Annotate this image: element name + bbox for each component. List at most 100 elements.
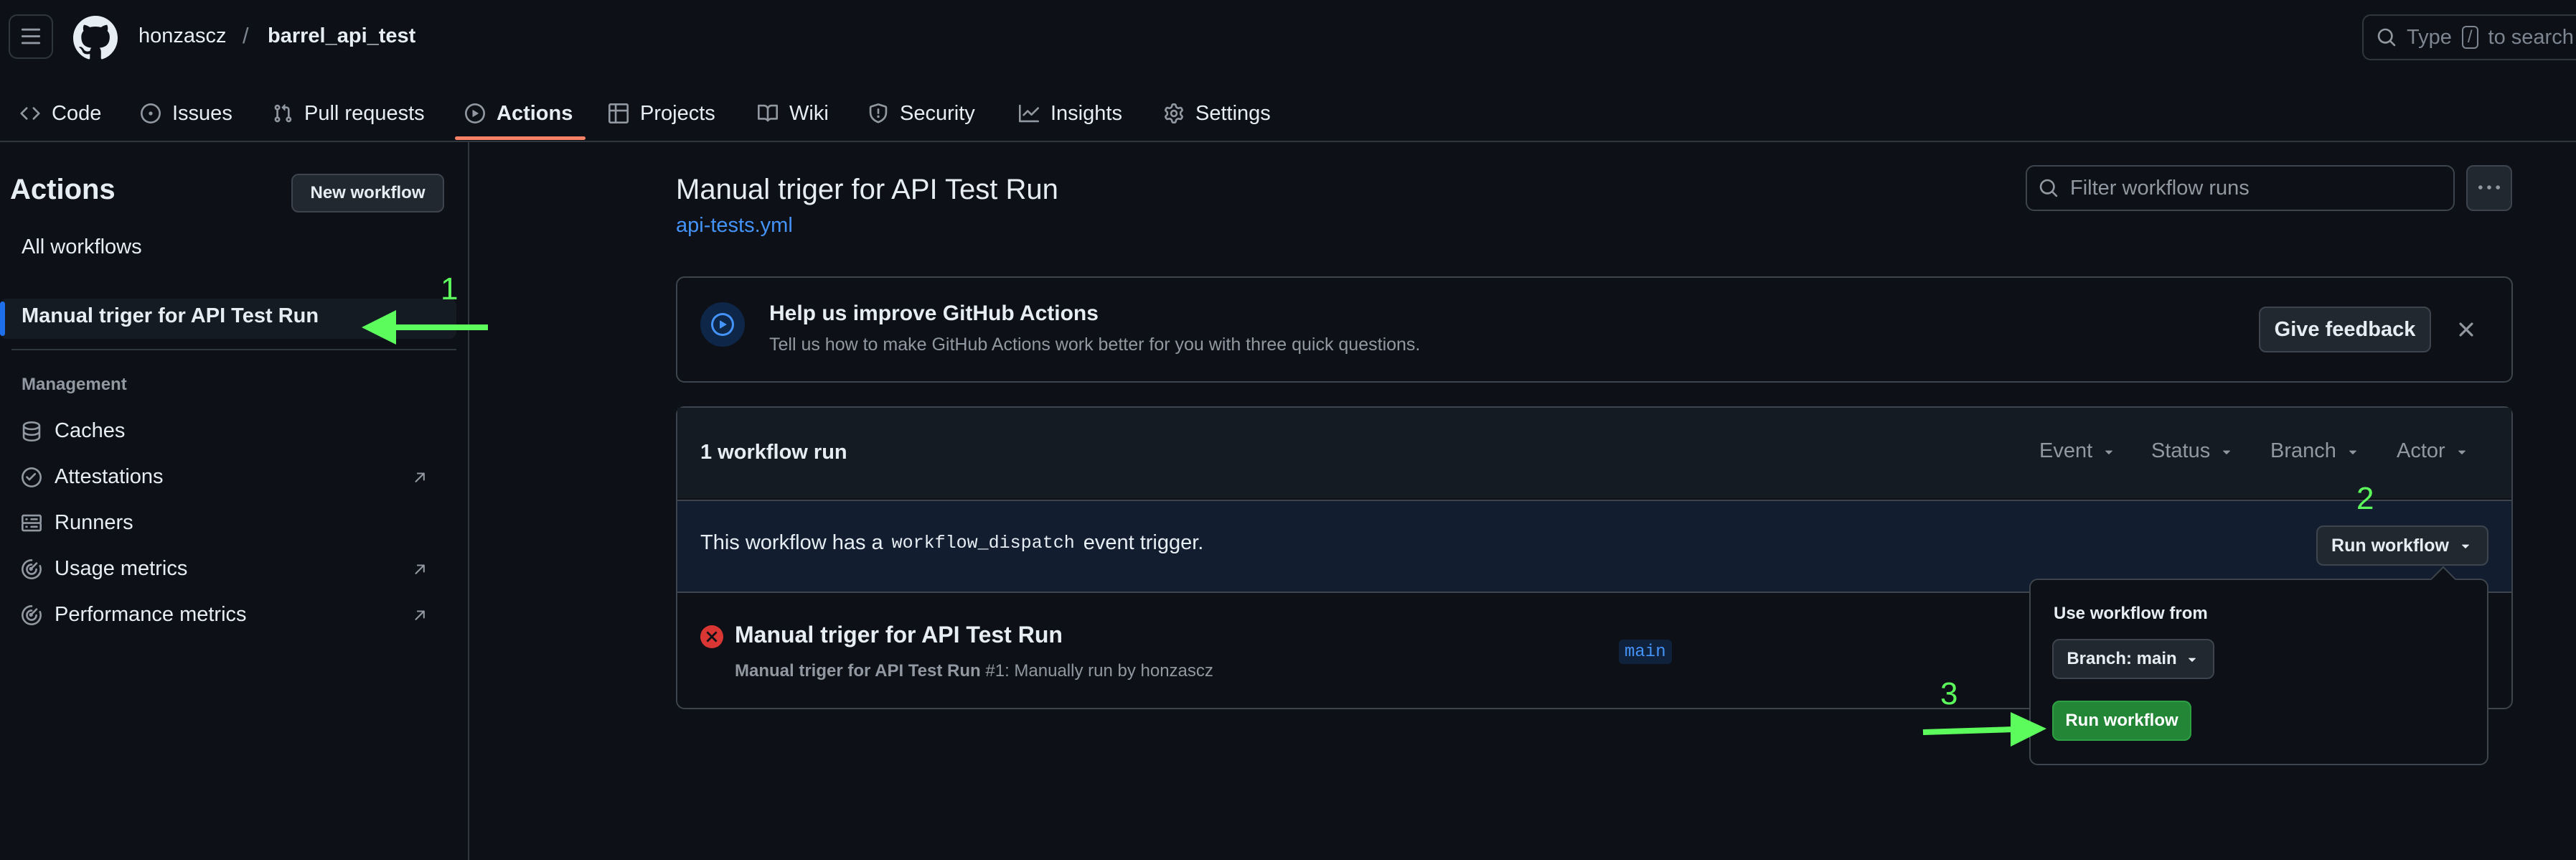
triangle-down-icon bbox=[2188, 658, 2196, 662]
actor-filter-label: Actor bbox=[2397, 439, 2445, 462]
dispatch-suffix: event trigger. bbox=[1083, 531, 1204, 554]
search-suffix: to search bbox=[2488, 25, 2574, 49]
sidebar-item-performance-metrics[interactable]: Performance metrics bbox=[22, 603, 247, 627]
issue-icon bbox=[141, 103, 161, 123]
sidebar-item-runners[interactable]: Runners bbox=[22, 511, 133, 535]
branch-tag[interactable]: main bbox=[1619, 640, 1672, 664]
repo-name-link[interactable]: barrel_api_test bbox=[268, 24, 415, 48]
external-link-icon bbox=[415, 564, 425, 574]
tab-pull-requests[interactable]: Pull requests bbox=[273, 86, 425, 141]
dismiss-banner-button[interactable] bbox=[2454, 317, 2478, 342]
search-shortcut-key: / bbox=[2461, 26, 2478, 49]
sidebar-item-performance-metrics-label: Performance metrics bbox=[55, 603, 247, 626]
graph-icon bbox=[1019, 104, 1039, 123]
tab-insights[interactable]: Insights bbox=[1019, 86, 1122, 141]
sidebar-item-caches[interactable]: Caches bbox=[22, 419, 125, 443]
tab-settings-label: Settings bbox=[1195, 101, 1271, 125]
annotation-number-1: 1 bbox=[441, 271, 459, 307]
actions-banner-icon bbox=[700, 302, 745, 347]
sidebar-divider bbox=[468, 142, 469, 860]
repo-owner-link[interactable]: honzascz bbox=[138, 24, 227, 48]
tab-insights-label: Insights bbox=[1050, 101, 1122, 125]
gear-icon bbox=[1165, 103, 1183, 123]
tab-actions[interactable]: Actions bbox=[465, 86, 573, 141]
sidebar-selected-indicator bbox=[0, 302, 5, 336]
tab-projects[interactable]: Projects bbox=[608, 86, 715, 141]
tab-projects-label: Projects bbox=[640, 101, 715, 125]
annotation-number-2: 2 bbox=[2356, 481, 2374, 516]
shield-icon bbox=[869, 103, 888, 123]
filter-workflow-runs-input[interactable]: Filter workflow runs bbox=[2026, 165, 2455, 211]
run-workflow-submit-button[interactable]: Run workflow bbox=[2052, 701, 2191, 741]
tab-security-label: Security bbox=[900, 101, 975, 125]
run-workflow-dropdown-button[interactable]: Run workflow bbox=[2316, 525, 2488, 566]
breadcrumb-separator: / bbox=[243, 23, 249, 48]
search-icon bbox=[2377, 28, 2396, 47]
menu-button[interactable] bbox=[9, 14, 53, 59]
runs-header bbox=[677, 408, 2511, 498]
triangle-down-icon bbox=[2461, 544, 2469, 548]
actor-filter-dropdown[interactable]: Actor bbox=[2397, 439, 2470, 463]
triangle-down-icon bbox=[2349, 450, 2356, 454]
table-icon bbox=[608, 103, 629, 123]
new-workflow-button[interactable]: New workflow bbox=[291, 174, 444, 212]
tab-actions-label: Actions bbox=[497, 101, 573, 125]
tab-security[interactable]: Security bbox=[868, 86, 975, 141]
search-input[interactable]: Type / to search bbox=[2362, 14, 2576, 60]
sidebar-item-selected-workflow[interactable]: Manual triger for API Test Run bbox=[22, 304, 319, 328]
workflow-file-link[interactable]: api-tests.yml bbox=[676, 214, 793, 238]
database-icon bbox=[22, 421, 41, 441]
sidebar-title: Actions bbox=[10, 174, 116, 205]
annotation-number-3: 3 bbox=[1940, 676, 1958, 711]
popover-title: Use workflow from bbox=[2054, 604, 2208, 623]
server-icon bbox=[22, 514, 42, 531]
tab-settings[interactable]: Settings bbox=[1164, 86, 1271, 141]
external-link-icon bbox=[415, 472, 425, 482]
give-feedback-button[interactable]: Give feedback bbox=[2259, 307, 2431, 352]
sidebar-item-attestations-label: Attestations bbox=[55, 465, 164, 488]
branch-select-button[interactable]: Branch: main bbox=[2052, 639, 2214, 679]
sidebar-item-all-workflows[interactable]: All workflows bbox=[22, 235, 142, 259]
tab-issues[interactable]: Issues bbox=[141, 86, 232, 141]
dispatch-prefix: This workflow has a bbox=[700, 531, 883, 554]
github-logo-icon[interactable] bbox=[73, 16, 118, 60]
close-icon bbox=[2459, 322, 2473, 337]
dispatch-notice-text: This workflow has a workflow_dispatch ev… bbox=[700, 531, 1203, 555]
run-subtitle-workflow: Manual triger for API Test Run bbox=[735, 661, 981, 681]
meter-icon bbox=[22, 604, 42, 625]
dispatch-code: workflow_dispatch bbox=[891, 533, 1075, 553]
play-icon bbox=[465, 103, 485, 123]
play-icon bbox=[711, 313, 734, 336]
sidebar-item-runners-label: Runners bbox=[55, 511, 133, 534]
page-title: Manual triger for API Test Run bbox=[676, 174, 1058, 205]
meter-icon bbox=[22, 558, 42, 579]
branch-filter-dropdown[interactable]: Branch bbox=[2270, 439, 2361, 463]
more-options-button[interactable] bbox=[2466, 165, 2512, 211]
run-subtitle-detail: #1: Manually run by honzascz bbox=[985, 661, 1213, 681]
triangle-down-icon bbox=[2458, 450, 2465, 454]
sidebar-item-usage-metrics[interactable]: Usage metrics bbox=[22, 557, 187, 581]
status-filter-dropdown[interactable]: Status bbox=[2151, 439, 2234, 463]
failed-status-icon bbox=[700, 625, 723, 648]
book-icon bbox=[758, 104, 778, 122]
event-filter-dropdown[interactable]: Event bbox=[2039, 439, 2117, 463]
tab-wiki[interactable]: Wiki bbox=[758, 86, 829, 141]
tab-wiki-label: Wiki bbox=[789, 101, 829, 125]
branch-select-label: Branch: main bbox=[2067, 649, 2177, 668]
sidebar-item-caches-label: Caches bbox=[55, 419, 126, 442]
kebab-horizontal-icon bbox=[2478, 185, 2500, 190]
sidebar-item-attestations[interactable]: Attestations bbox=[22, 465, 164, 489]
hamburger-icon bbox=[21, 28, 41, 45]
verified-icon bbox=[22, 467, 42, 487]
event-filter-label: Event bbox=[2039, 439, 2093, 462]
management-heading: Management bbox=[22, 375, 127, 394]
banner-title: Help us improve GitHub Actions bbox=[769, 302, 1099, 325]
tab-code-label: Code bbox=[52, 101, 102, 125]
code-icon bbox=[20, 107, 40, 120]
run-title-link[interactable]: Manual triger for API Test Run bbox=[735, 622, 1063, 648]
tab-code[interactable]: Code bbox=[20, 86, 101, 141]
triangle-down-icon bbox=[2223, 450, 2231, 454]
run-subtitle: Manual triger for API Test Run #1: Manua… bbox=[735, 661, 1213, 681]
branch-filter-label: Branch bbox=[2270, 439, 2336, 462]
pull-request-icon bbox=[274, 104, 292, 123]
